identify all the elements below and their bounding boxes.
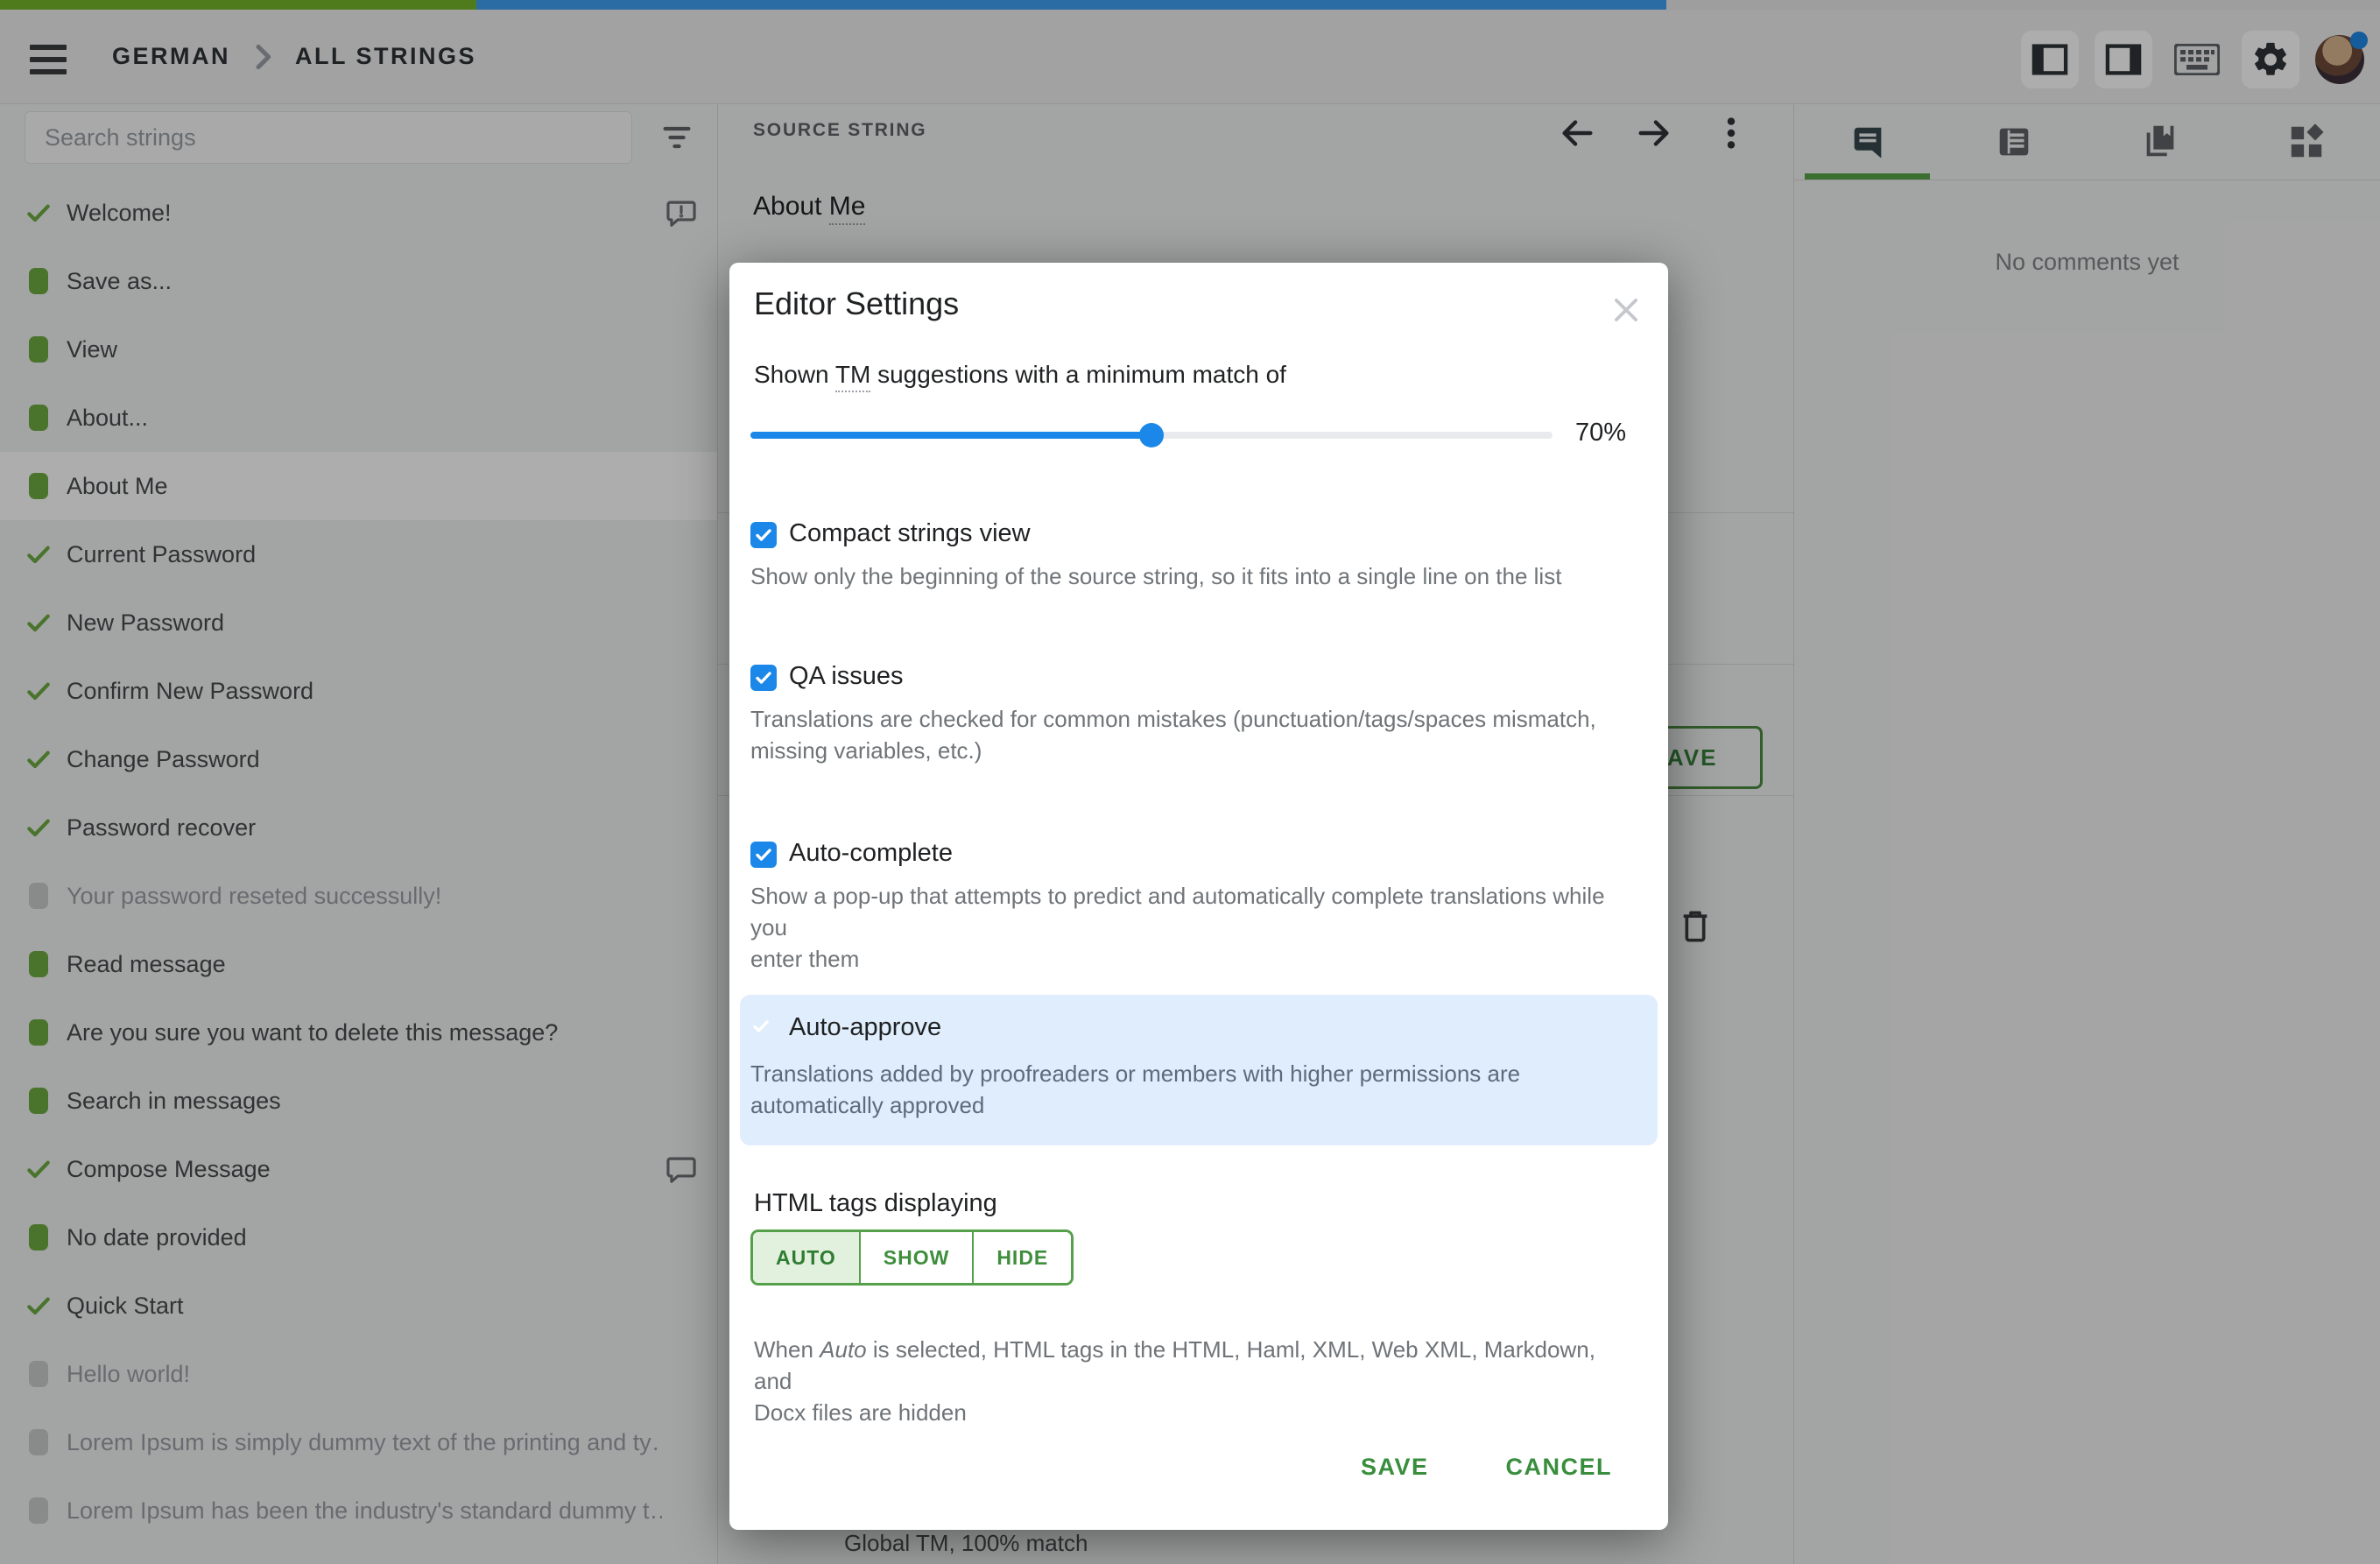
save-button[interactable]: SAVE xyxy=(1361,1454,1429,1481)
html-tags-option-auto[interactable]: AUTO xyxy=(753,1232,859,1283)
modal-footer: SAVE CANCEL xyxy=(1361,1454,1612,1481)
close-icon[interactable] xyxy=(1607,291,1645,329)
setting-label[interactable]: QA issues xyxy=(789,662,904,691)
html-tags-option-hide[interactable]: HIDE xyxy=(972,1232,1072,1283)
tm-threshold-slider[interactable] xyxy=(750,423,1553,447)
setting-auto-approve: Auto-approve Translations added by proofr… xyxy=(740,995,1658,1145)
setting-label[interactable]: Compact strings view xyxy=(789,519,1031,548)
setting-label[interactable]: Auto-approve xyxy=(789,1013,941,1042)
slider-fill xyxy=(750,432,1151,439)
html-tags-description: When Auto is selected, HTML tags in the … xyxy=(754,1336,1595,1426)
checkbox-checked[interactable] xyxy=(750,522,777,548)
html-tags-label: HTML tags displaying xyxy=(754,1189,997,1217)
tm-abbr: TM xyxy=(834,361,871,392)
checkbox-checked[interactable] xyxy=(750,665,777,691)
checkbox-checked[interactable] xyxy=(750,1016,771,1041)
slider-thumb[interactable] xyxy=(1139,423,1164,447)
setting-description: Translations are checked for common mist… xyxy=(750,706,1596,764)
setting-description: Show a pop-up that attempts to predict a… xyxy=(750,883,1605,972)
html-tags-option-show[interactable]: SHOW xyxy=(858,1232,973,1283)
slider-value: 70% xyxy=(1575,419,1627,447)
cancel-button[interactable]: CANCEL xyxy=(1506,1454,1613,1481)
tm-threshold-label: Shown TM suggestions with a minimum matc… xyxy=(754,361,1286,392)
setting-description: Translations added by proofreaders or me… xyxy=(750,1060,1521,1118)
setting-description: Show only the beginning of the source st… xyxy=(750,563,1562,589)
checkbox-checked[interactable] xyxy=(750,842,777,868)
setting-label[interactable]: Auto-complete xyxy=(789,839,953,868)
editor-app: GERMAN ALL STRINGS Search strings Welcom… xyxy=(0,0,2380,1564)
html-tags-segmented-control: AUTO SHOW HIDE xyxy=(750,1229,1074,1286)
editor-settings-modal: Editor Settings Shown TM suggestions wit… xyxy=(729,263,1668,1530)
modal-title: Editor Settings xyxy=(754,285,960,321)
